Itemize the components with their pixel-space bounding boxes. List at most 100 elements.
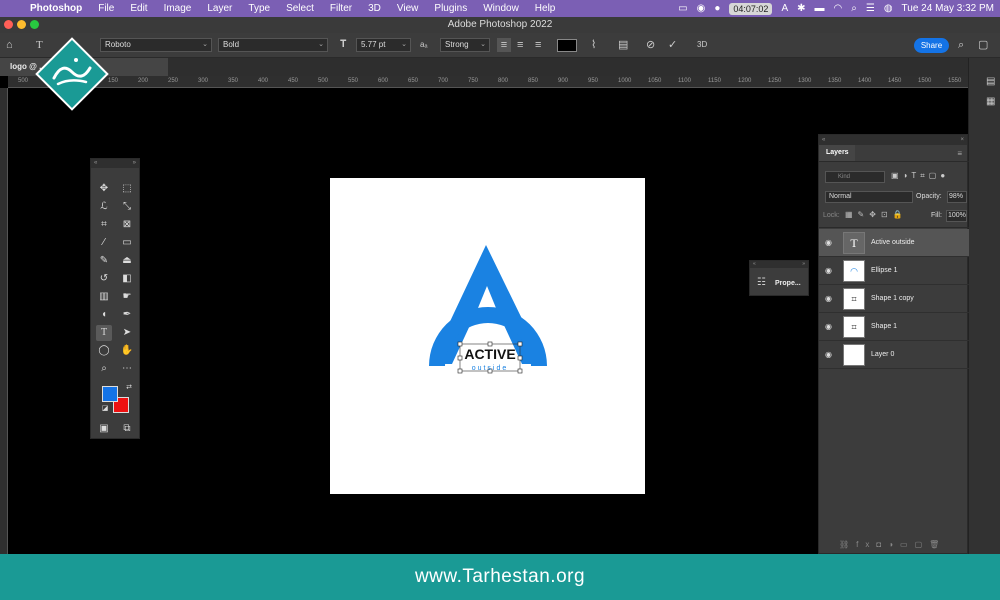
properties-panel-collapsed[interactable]: «» ☷ Prope... (749, 260, 809, 296)
gradient-tool-icon[interactable]: ▥ (96, 289, 112, 305)
character-panel-icon[interactable]: ▤ (618, 38, 628, 52)
transform-handle[interactable] (457, 355, 463, 361)
expand-icon[interactable]: » (133, 159, 136, 168)
hand-tool-icon[interactable]: ✋ (119, 343, 135, 359)
dodge-tool-icon[interactable]: ◖ (96, 307, 112, 323)
anti-alias-select[interactable]: Strong ⌄ (440, 38, 490, 52)
layer-row-ellipse-1[interactable]: ◉ ◠ Ellipse 1 (819, 257, 969, 285)
eraser-tool-icon[interactable]: ◧ (119, 271, 135, 287)
blend-mode-select[interactable]: Normal (825, 191, 913, 203)
menu-help[interactable]: Help (527, 0, 564, 17)
menu-edit[interactable]: Edit (122, 0, 155, 17)
workspace-icon[interactable]: ▢ (978, 38, 988, 52)
properties-panel-header[interactable]: «» (750, 261, 808, 268)
cancel-icon[interactable]: ⊘ (646, 38, 655, 52)
vertical-ruler[interactable] (0, 88, 8, 554)
minimize-window-button[interactable] (17, 20, 26, 29)
collapse-icon[interactable]: « (753, 261, 756, 268)
ellipse-tool-icon[interactable]: ◯ (96, 343, 112, 359)
logo-subword-text[interactable]: outside (472, 365, 509, 372)
menu-image[interactable]: Image (156, 0, 200, 17)
layers-footer-icons[interactable]: ⛓fx◘◑▭▢🗑 (839, 540, 946, 549)
smudge-tool-icon[interactable]: ☛ (119, 289, 135, 305)
zoom-tool-icon[interactable]: ⌕ (96, 361, 112, 377)
zoom-window-button[interactable] (30, 20, 39, 29)
keyboard-icon[interactable]: A (781, 3, 788, 14)
commit-icon[interactable]: ✓ (668, 38, 677, 52)
layer-row-layer-0[interactable]: ◉ Layer 0 (819, 341, 969, 369)
healing-tool-icon[interactable]: ▭ (119, 235, 135, 251)
menu-plugins[interactable]: Plugins (426, 0, 475, 17)
transform-handle[interactable] (517, 355, 523, 361)
layer-filter-kind[interactable]: Kind (825, 171, 885, 183)
path-select-tool-icon[interactable]: ➤ (119, 325, 135, 341)
warp-text-icon[interactable]: ⌇ (591, 38, 596, 52)
history-brush-tool-icon[interactable]: ↺ (96, 271, 112, 287)
menu-view[interactable]: View (389, 0, 427, 17)
more-tools-icon[interactable]: ⋯ (119, 361, 135, 377)
close-icon[interactable]: × (960, 135, 964, 145)
transform-handle[interactable] (457, 368, 463, 374)
3d-icon[interactable]: 3D (697, 38, 707, 52)
eye-icon[interactable]: ◉ (825, 350, 832, 359)
record-icon[interactable]: ◉ (697, 3, 706, 14)
layers-panel-header[interactable]: «× (819, 135, 967, 145)
stamp-tool-icon[interactable]: ⏏ (119, 253, 135, 269)
menu-filter[interactable]: Filter (322, 0, 360, 17)
foreground-color-swatch[interactable] (102, 386, 118, 402)
brush-tool-icon[interactable]: ✎ (96, 253, 112, 269)
object-select-tool-icon[interactable]: ⤡ (119, 199, 135, 215)
frame-tool-icon[interactable]: ⊠ (119, 217, 135, 233)
eye-icon[interactable]: ◉ (825, 238, 832, 247)
transform-handle[interactable] (457, 341, 463, 347)
layer-row-active-outside[interactable]: ◉ T Active outside (819, 229, 969, 257)
expand-icon[interactable]: » (802, 261, 805, 268)
swap-colors-icon[interactable]: ⇄ (121, 380, 137, 396)
menu-select[interactable]: Select (278, 0, 322, 17)
adjustments-icon[interactable]: ▦ (986, 96, 995, 107)
marquee-tool-icon[interactable]: ⬚ (119, 181, 135, 197)
layer-row-shape-1[interactable]: ◉ ⌗ Shape 1 (819, 313, 969, 341)
share-button[interactable]: Share (914, 38, 949, 53)
menu-photoshop[interactable]: Photoshop (22, 0, 90, 17)
canvas-artboard[interactable]: ACTIVE outside (330, 178, 645, 494)
type-tool-icon[interactable]: T (96, 325, 112, 341)
screen-icon[interactable]: ▭ (678, 3, 687, 14)
screen-mode-icon[interactable]: ⧉ (119, 421, 135, 437)
dot-icon[interactable]: ● (714, 3, 720, 14)
font-size-field[interactable]: 5.77 pt ⌄ (356, 38, 411, 52)
font-style-select[interactable]: Bold ⌄ (218, 38, 328, 52)
logo-word-text[interactable]: ACTIVE (464, 346, 515, 362)
eyedropper-tool-icon[interactable]: ⁄ (96, 235, 112, 251)
menu-layer[interactable]: Layer (199, 0, 240, 17)
opacity-field[interactable]: 98% (947, 191, 967, 203)
transform-handle[interactable] (517, 368, 523, 374)
eye-icon[interactable]: ◉ (825, 294, 832, 303)
font-family-select[interactable]: Roboto ⌄ (100, 38, 212, 52)
lock-icons[interactable]: ▦✎✥⊡🔒 (845, 210, 908, 219)
eye-icon[interactable]: ◉ (825, 266, 832, 275)
quick-mask-icon[interactable]: ▣ (96, 421, 112, 437)
bluetooth-icon[interactable]: ✱ (797, 3, 805, 14)
battery-icon[interactable]: ▬ (815, 3, 825, 14)
move-tool-icon[interactable]: ✥ (96, 181, 112, 197)
layer-row-shape-1-copy[interactable]: ◉ ⌗ Shape 1 copy (819, 285, 969, 313)
layer-filter-icons[interactable]: ▣◑T⌗▢● (891, 171, 949, 181)
libraries-icon[interactable]: ▤ (986, 76, 995, 87)
collapse-icon[interactable]: « (822, 135, 825, 145)
timer-badge[interactable]: 04:07:02 (729, 2, 773, 15)
tools-panel-header[interactable]: «» (91, 159, 139, 168)
wifi-icon[interactable]: ◠ (834, 3, 843, 14)
horizontal-ruler[interactable]: 5005501001502002503003504004505005506006… (8, 76, 968, 88)
align-center-icon[interactable]: ≡ (517, 38, 523, 52)
text-color-swatch[interactable] (557, 39, 577, 52)
align-right-icon[interactable]: ≡ (535, 38, 541, 52)
siri-icon[interactable]: ◍ (884, 3, 893, 14)
control-center-icon[interactable]: ☰ (866, 3, 875, 14)
search-icon[interactable]: ⌕ (958, 38, 964, 52)
crop-tool-icon[interactable]: ⌗ (96, 217, 112, 233)
site-url[interactable]: www.Tarhestan.org (0, 554, 1000, 600)
pen-tool-icon[interactable]: ✒ (119, 307, 135, 323)
collapse-icon[interactable]: « (94, 159, 97, 168)
tab-layers[interactable]: Layers (819, 145, 855, 161)
